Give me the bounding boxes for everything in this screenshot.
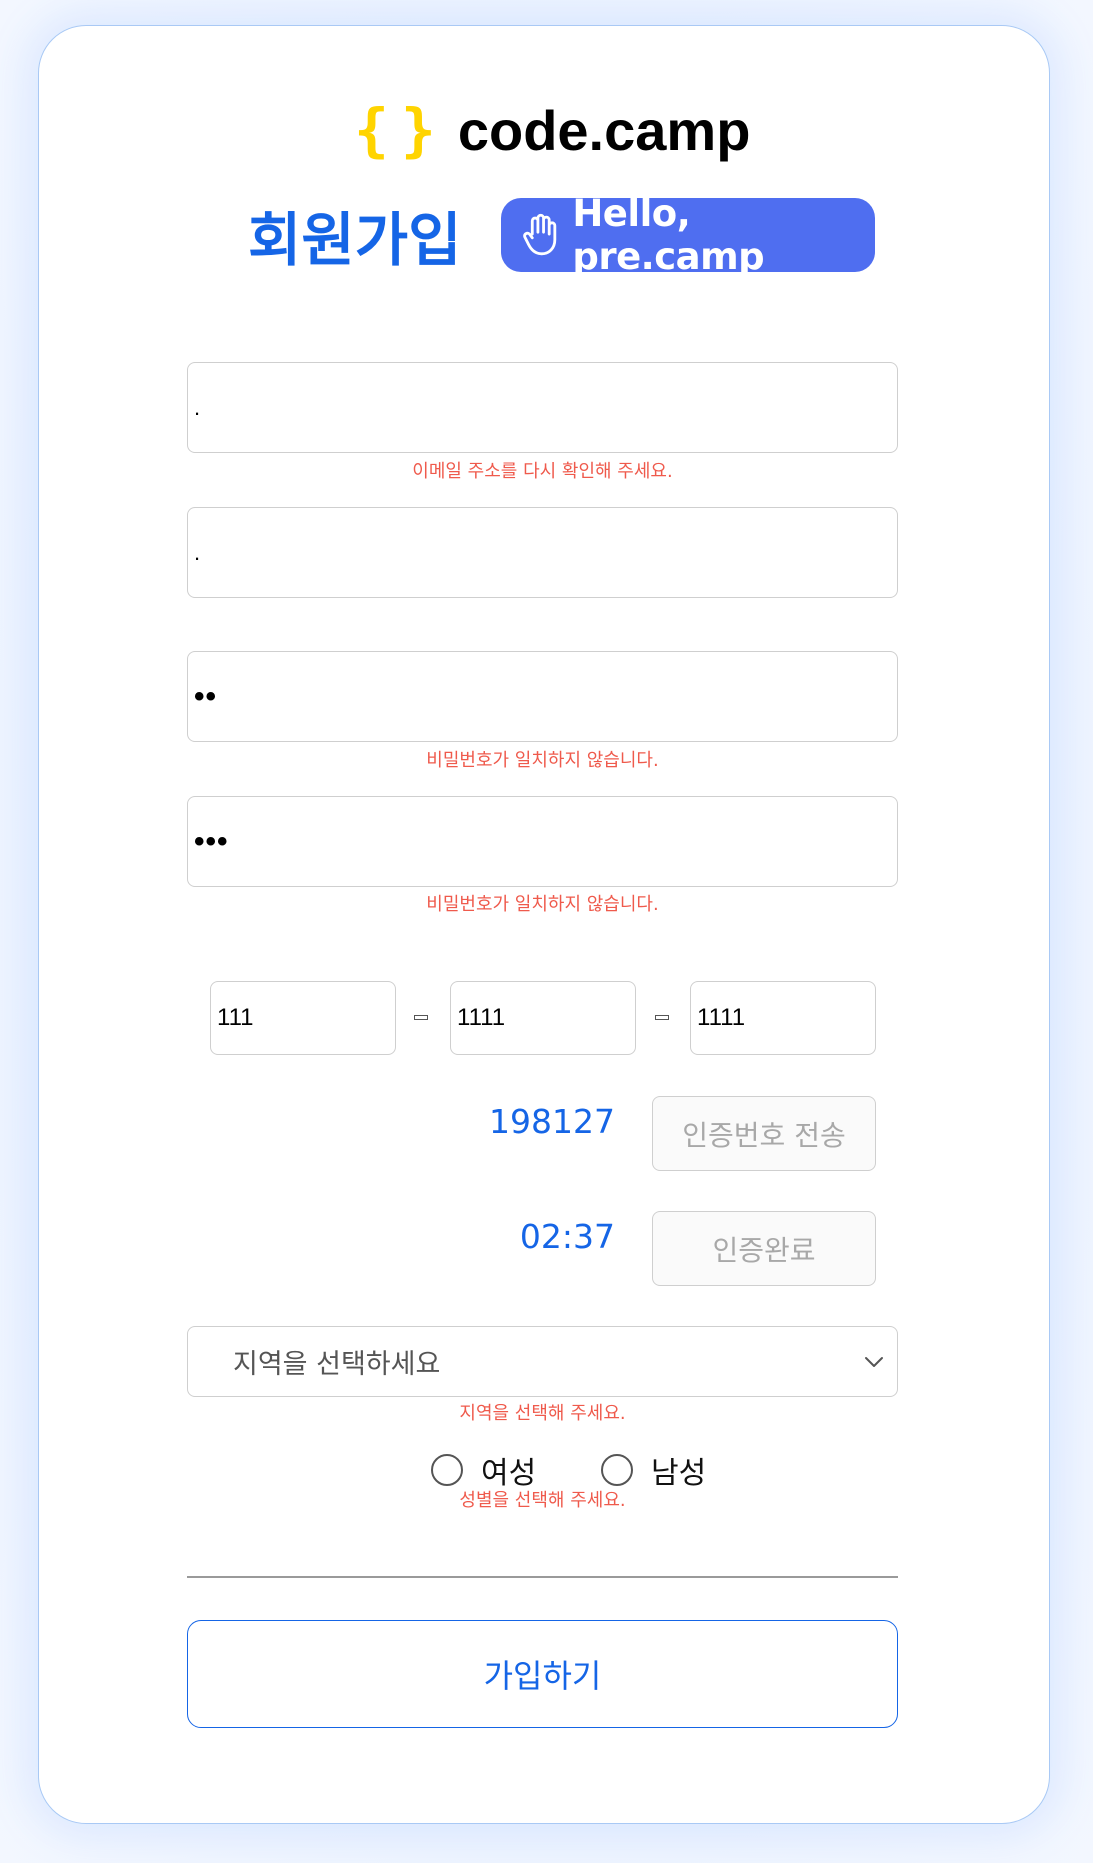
hand-icon [523,213,557,256]
hello-badge: Hello, pre.camp [501,192,875,278]
logo-brace-close: } [400,96,436,164]
region-select-value: 지역을 선택하세요 [233,1349,441,1380]
email-field[interactable]: . [187,362,898,453]
phone-part-1-input[interactable]: 111 [210,981,396,1055]
divider [187,1576,898,1578]
verify-complete-button[interactable]: 인증완료 [652,1211,876,1286]
email-value: . [194,394,201,420]
logo-text: code.camp [457,98,751,162]
gender-option-male[interactable]: 남성 [601,1448,706,1492]
verification-code: 198127 [489,1102,615,1141]
verification-timer: 02:37 [519,1217,615,1256]
password-value: •• [194,679,218,713]
phone-dash-2 [655,1015,669,1020]
gender-label-female: 여성 [481,1456,537,1491]
hello-badge-text: Hello, pre.camp [572,192,765,278]
name-value: . [194,539,201,565]
phone-part-3-input[interactable]: 1111 [690,981,876,1055]
gender-label-male: 남성 [651,1456,707,1491]
name-field[interactable]: . [187,507,898,598]
page-title: 회원가입 [248,206,462,274]
radio-male[interactable] [601,1454,633,1486]
region-error: 지역을 선택해 주세요. [459,1403,626,1424]
region-select[interactable]: 지역을 선택하세요 [187,1326,898,1397]
gender-option-female[interactable]: 여성 [431,1448,536,1492]
brand-logo: { } code.camp [354,95,750,165]
password-confirm-field[interactable]: ••• [187,796,898,887]
chevron-down-icon [865,1357,883,1367]
signup-card [38,25,1050,1824]
phone-dash-1 [414,1015,428,1020]
send-code-button[interactable]: 인증번호 전송 [652,1096,876,1171]
password-error: 비밀번호가 일치하지 않습니다. [426,750,659,771]
email-error: 이메일 주소를 다시 확인해 주세요. [412,461,673,482]
password-confirm-error: 비밀번호가 일치하지 않습니다. [426,894,659,915]
password-field[interactable]: •• [187,651,898,742]
radio-female[interactable] [431,1454,463,1486]
password-confirm-value: ••• [194,824,229,858]
logo-brace-open: { [354,96,389,164]
gender-error: 성별을 선택해 주세요. [459,1490,626,1511]
signup-submit-button[interactable]: 가입하기 [187,1620,898,1728]
phone-part-2-input[interactable]: 1111 [450,981,636,1055]
